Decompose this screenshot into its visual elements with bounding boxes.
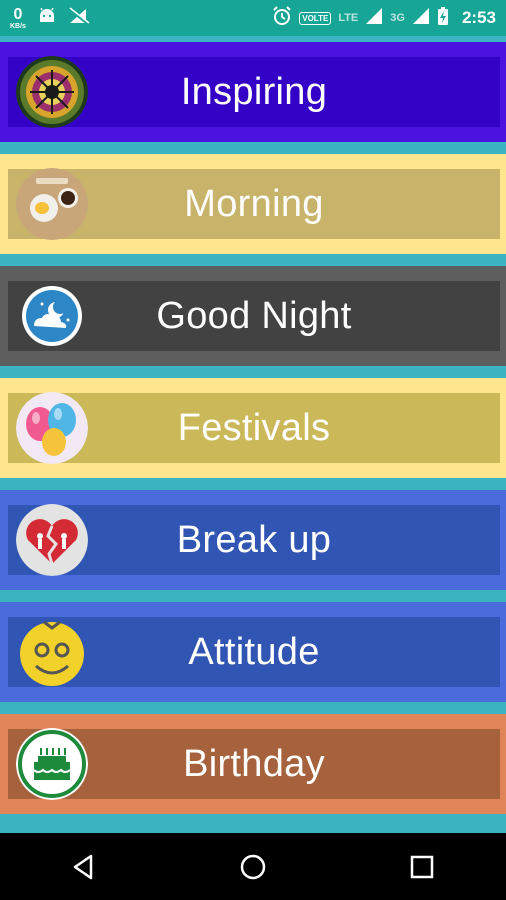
network-3g: 3G: [390, 12, 405, 24]
category-row-attitude[interactable]: Attitude: [0, 596, 506, 708]
speed-unit: KB/s: [10, 22, 26, 30]
category-label: Morning: [184, 182, 324, 225]
smiley-face-icon: [16, 616, 88, 688]
category-row-morning[interactable]: Morning: [0, 148, 506, 260]
signal-icon-2: [412, 7, 430, 30]
moon-cloud-icon: [16, 280, 88, 352]
category-label: Festivals: [177, 406, 331, 449]
back-button[interactable]: [54, 837, 114, 897]
coffee-breakfast-icon: [16, 168, 88, 240]
home-button[interactable]: [223, 837, 283, 897]
volte-badge: VOLTE: [299, 11, 332, 25]
battery-charging-icon: [437, 6, 449, 31]
category-label: Good Night: [156, 294, 352, 337]
network-lte: LTE: [338, 12, 359, 24]
home-icon: [240, 854, 266, 879]
mandala-icon: [16, 56, 88, 128]
category-label: Break up: [176, 518, 332, 561]
category-row-break-up[interactable]: Break up: [0, 484, 506, 596]
recents-icon: [410, 855, 433, 878]
broken-heart-icon: [16, 504, 88, 576]
category-label: Inspiring: [180, 70, 328, 113]
category-row-inspiring[interactable]: Inspiring: [0, 36, 506, 148]
recents-button[interactable]: [392, 837, 452, 897]
clock: 2:53: [461, 8, 496, 27]
birthday-cake-icon: [16, 728, 88, 800]
category-label: Birthday: [183, 742, 325, 785]
android-icon: [38, 7, 56, 29]
alarm-icon: [272, 5, 292, 31]
status-bar: 0 KB/s VOLTE LTE 3G 2:53: [0, 0, 506, 36]
navigation-bar: [0, 833, 506, 900]
signal-icon-1: [365, 7, 383, 30]
network-speed: 0 KB/s: [10, 5, 26, 30]
signal-off-icon: [68, 6, 90, 30]
category-row-festivals[interactable]: Festivals: [0, 372, 506, 484]
category-row-good-night[interactable]: Good Night: [0, 260, 506, 372]
speed-value: 0: [13, 5, 23, 23]
balloons-icon: [16, 392, 88, 464]
category-label: Attitude: [188, 630, 320, 673]
back-icon: [74, 854, 93, 879]
category-row-birthday[interactable]: Birthday: [0, 708, 506, 820]
